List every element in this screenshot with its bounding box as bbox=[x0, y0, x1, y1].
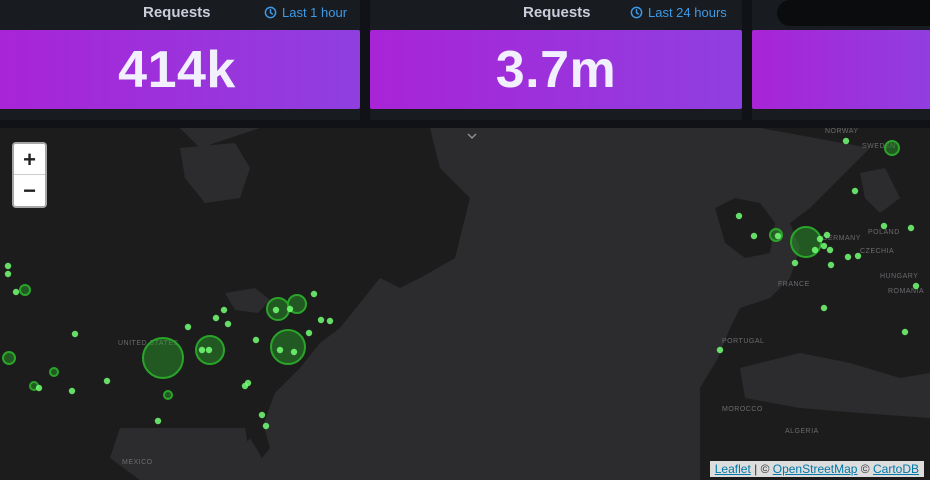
world-map-panel[interactable]: UNITED STATES MEXICO FRANCE PORTUGAL MOR… bbox=[0, 128, 930, 480]
map-marker-dot[interactable] bbox=[791, 259, 799, 267]
map-marker-dot[interactable] bbox=[305, 329, 313, 337]
map-marker-dot[interactable] bbox=[212, 314, 220, 322]
map-marker-dot[interactable] bbox=[68, 387, 76, 395]
stat-box: 414k bbox=[0, 30, 360, 109]
map-marker[interactable] bbox=[884, 140, 900, 156]
map-marker-dot[interactable] bbox=[811, 246, 819, 254]
attribution-separator: © bbox=[857, 462, 873, 476]
map-marker-dot[interactable] bbox=[103, 377, 111, 385]
map-marker-dot[interactable] bbox=[901, 328, 909, 336]
map-marker[interactable] bbox=[163, 390, 173, 400]
map-marker-dot[interactable] bbox=[4, 270, 12, 278]
map-marker-dot[interactable] bbox=[258, 411, 266, 419]
zoom-out-button[interactable]: − bbox=[14, 175, 45, 206]
map-marker-dot[interactable] bbox=[184, 323, 192, 331]
world-map[interactable]: UNITED STATES MEXICO FRANCE PORTUGAL MOR… bbox=[0, 128, 930, 480]
map-marker-dot[interactable] bbox=[750, 232, 758, 240]
panel-title: Requests bbox=[523, 4, 591, 21]
label-czechia: CZECHIA bbox=[860, 248, 894, 255]
map-marker-dot[interactable] bbox=[735, 212, 743, 220]
map-marker-dot[interactable] bbox=[272, 306, 280, 314]
map-marker-dot[interactable] bbox=[286, 305, 294, 313]
map-marker-dot[interactable] bbox=[244, 379, 252, 387]
panel-header[interactable]: Requests Last 24 hours bbox=[370, 0, 742, 28]
map-marker-dot[interactable] bbox=[198, 346, 206, 354]
panel-title: Requests bbox=[143, 4, 211, 21]
zoom-in-button[interactable]: + bbox=[14, 144, 45, 175]
map-marker-dot[interactable] bbox=[262, 422, 270, 430]
map-marker[interactable] bbox=[270, 329, 306, 365]
map-marker-dot[interactable] bbox=[220, 306, 228, 314]
map-marker-dot[interactable] bbox=[290, 348, 298, 356]
label-portugal: PORTUGAL bbox=[722, 338, 764, 345]
map-marker-dot[interactable] bbox=[816, 235, 824, 243]
attribution-separator: | © bbox=[750, 462, 773, 476]
map-marker-dot[interactable] bbox=[827, 261, 835, 269]
panel-header-pill[interactable] bbox=[777, 0, 930, 26]
map-marker-dot[interactable] bbox=[224, 320, 232, 328]
openstreetmap-link[interactable]: OpenStreetMap bbox=[773, 462, 858, 476]
label-norway: NORWAY bbox=[825, 128, 859, 135]
map-marker-dot[interactable] bbox=[880, 222, 888, 230]
label-romania: ROMANIA bbox=[888, 288, 924, 295]
zoom-control: + − bbox=[12, 142, 47, 208]
map-marker-dot[interactable] bbox=[310, 290, 318, 298]
map-marker[interactable] bbox=[19, 284, 31, 296]
third-stat-panel bbox=[752, 0, 930, 120]
leaflet-link[interactable]: Leaflet bbox=[715, 462, 751, 476]
map-marker-dot[interactable] bbox=[716, 346, 724, 354]
label-hungary: HUNGARY bbox=[880, 273, 918, 280]
label-france: FRANCE bbox=[778, 281, 810, 288]
map-marker-dot[interactable] bbox=[12, 288, 20, 296]
time-range-info[interactable]: Last 1 hour bbox=[264, 5, 347, 20]
map-marker[interactable] bbox=[2, 351, 16, 365]
stat-box: 3.7m bbox=[370, 30, 742, 109]
map-marker-dot[interactable] bbox=[35, 384, 43, 392]
requests-24h-panel: Requests Last 24 hours 3.7m bbox=[370, 0, 742, 120]
label-mexico: MEXICO bbox=[122, 459, 153, 466]
stat-value: 3.7m bbox=[495, 40, 617, 99]
map-marker-dot[interactable] bbox=[774, 232, 782, 240]
map-marker-dot[interactable] bbox=[820, 304, 828, 312]
requests-1h-panel: Requests Last 1 hour 414k bbox=[0, 0, 360, 120]
map-marker-dot[interactable] bbox=[317, 316, 325, 324]
dashboard: Requests Last 1 hour 414k Requests Last … bbox=[0, 0, 930, 480]
panel-header[interactable]: Requests Last 1 hour bbox=[0, 0, 360, 28]
label-algeria: ALGERIA bbox=[785, 428, 819, 435]
map-marker-dot[interactable] bbox=[4, 262, 12, 270]
time-range-label: Last 24 hours bbox=[648, 5, 727, 20]
chevron-down-icon[interactable] bbox=[466, 131, 478, 141]
stat-value: 414k bbox=[118, 40, 236, 99]
map-marker-dot[interactable] bbox=[826, 246, 834, 254]
map-marker-dot[interactable] bbox=[326, 317, 334, 325]
map-marker-dot[interactable] bbox=[854, 252, 862, 260]
cartodb-link[interactable]: CartoDB bbox=[873, 462, 919, 476]
map-marker[interactable] bbox=[49, 367, 59, 377]
time-range-info[interactable]: Last 24 hours bbox=[630, 5, 727, 20]
map-marker-dot[interactable] bbox=[71, 330, 79, 338]
map-marker-dot[interactable] bbox=[276, 346, 284, 354]
map-marker-dot[interactable] bbox=[907, 224, 915, 232]
time-range-label: Last 1 hour bbox=[282, 5, 348, 20]
map-marker-dot[interactable] bbox=[820, 242, 828, 250]
map-marker-dot[interactable] bbox=[823, 231, 831, 239]
map-marker-dot[interactable] bbox=[205, 346, 213, 354]
map-marker-dot[interactable] bbox=[154, 417, 162, 425]
map-marker-dot[interactable] bbox=[842, 137, 850, 145]
map-marker[interactable] bbox=[142, 337, 184, 379]
stat-box bbox=[752, 30, 930, 109]
clock-icon bbox=[630, 6, 643, 19]
clock-icon bbox=[264, 6, 277, 19]
map-marker-dot[interactable] bbox=[252, 336, 260, 344]
label-morocco: MOROCCO bbox=[722, 406, 763, 413]
map-marker-dot[interactable] bbox=[851, 187, 859, 195]
map-marker-dot[interactable] bbox=[912, 282, 920, 290]
map-marker-dot[interactable] bbox=[844, 253, 852, 261]
label-poland: POLAND bbox=[868, 229, 900, 236]
map-attribution: Leaflet | © OpenStreetMap © CartoDB bbox=[709, 461, 924, 477]
